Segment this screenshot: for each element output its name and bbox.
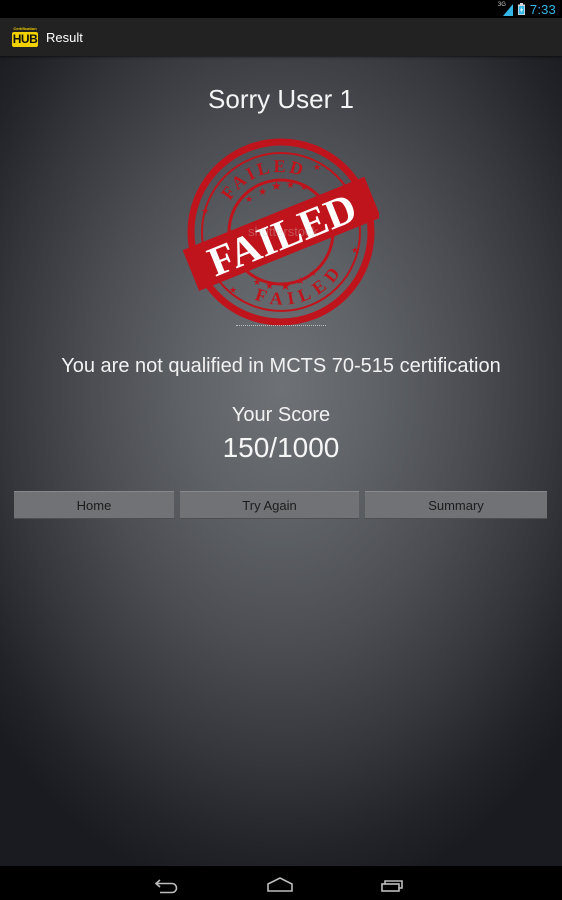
try-again-button[interactable]: Try Again — [180, 491, 359, 519]
score-value: 150/1000 — [222, 432, 340, 463]
star-icon: ★ — [253, 277, 261, 287]
star-icon: ★ — [300, 182, 308, 192]
star-icon: ★ — [309, 268, 317, 278]
stamp-caption-dots — [236, 325, 326, 330]
battery-charging-icon — [517, 3, 525, 15]
action-bar: Certification HUB Result — [0, 18, 562, 56]
navigation-bar — [0, 866, 562, 900]
clock: 7:33 — [529, 1, 556, 17]
network-type-label: 3G — [497, 2, 506, 8]
status-icons: 3G 7:33 — [497, 0, 556, 18]
failed-stamp-image: FAILED FAILED ★ ★ ★ ★ ★ ★ ★ ★ ★ ★ ★ ★ ★ … — [183, 138, 379, 326]
summary-button[interactable]: Summary — [365, 491, 547, 519]
signal-icon: 3G — [497, 2, 513, 16]
result-heading: Sorry User 1 — [208, 84, 354, 114]
app-logo[interactable]: Certification HUB — [12, 26, 38, 48]
star-icon: ★ — [201, 206, 209, 216]
back-icon[interactable] — [146, 873, 186, 895]
home-button[interactable]: Home — [14, 491, 174, 519]
score-label: Your Score — [231, 404, 331, 426]
home-icon[interactable] — [260, 873, 300, 895]
star-icon: ★ — [286, 180, 295, 191]
result-content: Sorry User 1 FAILED FAILED ★ ★ ★ ★ ★ ★ ★… — [0, 56, 562, 866]
star-icon: ★ — [258, 187, 267, 198]
star-icon: ★ — [296, 276, 305, 287]
star-icon: ★ — [280, 279, 291, 293]
star-icon: ★ — [245, 194, 253, 204]
stamp-watermark: shutterstock — [248, 224, 319, 239]
star-icon: ★ — [313, 162, 321, 172]
logo-hub: HUB — [12, 32, 38, 47]
page-title: Result — [46, 29, 83, 45]
recent-apps-icon[interactable] — [372, 873, 412, 895]
status-bar: 3G 7:33 — [0, 0, 562, 18]
result-message: You are not qualified in MCTS 70-515 cer… — [61, 355, 501, 377]
star-icon: ★ — [265, 281, 274, 292]
star-icon: ★ — [271, 179, 282, 193]
star-icon: ★ — [351, 245, 359, 255]
star-icon: ★ — [229, 285, 237, 295]
